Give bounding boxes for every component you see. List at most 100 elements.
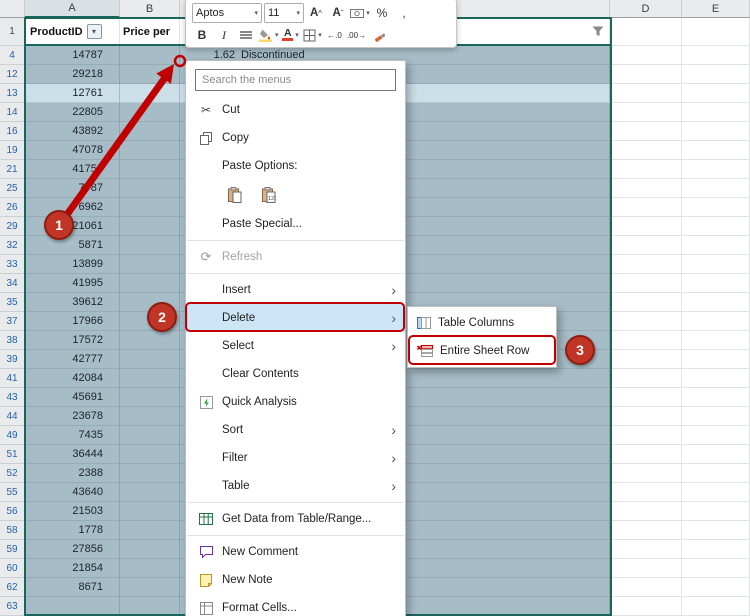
cell-B16[interactable] bbox=[120, 122, 180, 141]
cell-D52[interactable] bbox=[610, 464, 682, 483]
cell-E51[interactable] bbox=[682, 445, 750, 464]
cell-A63[interactable] bbox=[25, 597, 120, 616]
menu-item-insert[interactable]: Insert› bbox=[186, 276, 405, 304]
row-header-63[interactable]: 63 bbox=[0, 597, 25, 616]
cell-A55[interactable]: 43640 bbox=[25, 483, 120, 502]
cell-E60[interactable] bbox=[682, 559, 750, 578]
row-header-51[interactable]: 51 bbox=[0, 445, 25, 464]
cell-B55[interactable] bbox=[120, 483, 180, 502]
format-painter-button[interactable] bbox=[369, 26, 389, 44]
row-header-33[interactable]: 33 bbox=[0, 255, 25, 274]
cell-D26[interactable] bbox=[610, 198, 682, 217]
row-header-41[interactable]: 41 bbox=[0, 369, 25, 388]
cell-A16[interactable]: 43892 bbox=[25, 122, 120, 141]
cell-A33[interactable]: 13899 bbox=[25, 255, 120, 274]
row-header-26[interactable]: 26 bbox=[0, 198, 25, 217]
cell-B41[interactable] bbox=[120, 369, 180, 388]
bold-button[interactable]: B bbox=[192, 26, 212, 44]
decrease-decimal-button[interactable]: ←.0 bbox=[325, 26, 345, 44]
cell-A39[interactable]: 42777 bbox=[25, 350, 120, 369]
cell-B33[interactable] bbox=[120, 255, 180, 274]
cell-B26[interactable] bbox=[120, 198, 180, 217]
cell-A56[interactable]: 21503 bbox=[25, 502, 120, 521]
cell-B63[interactable] bbox=[120, 597, 180, 616]
increase-decimal-button[interactable]: .00→ bbox=[347, 26, 367, 44]
cell-A49[interactable]: 7435 bbox=[25, 426, 120, 445]
cell-D37[interactable] bbox=[610, 312, 682, 331]
submenu-item-table-columns[interactable]: Table Columns bbox=[408, 309, 556, 337]
menu-item-quick-analysis[interactable]: Quick Analysis bbox=[186, 388, 405, 416]
cell-D25[interactable] bbox=[610, 179, 682, 198]
column-header-B[interactable]: B bbox=[120, 0, 180, 18]
cell-B21[interactable] bbox=[120, 160, 180, 179]
cell-E13[interactable] bbox=[682, 84, 750, 103]
cell-B51[interactable] bbox=[120, 445, 180, 464]
row-header-62[interactable]: 62 bbox=[0, 578, 25, 597]
menu-item-delete[interactable]: Delete› bbox=[186, 304, 405, 332]
cell-A25[interactable]: 7787 bbox=[25, 179, 120, 198]
cell-E49[interactable] bbox=[682, 426, 750, 445]
cell-A37[interactable]: 17966 bbox=[25, 312, 120, 331]
font-name-select[interactable]: Aptos▾ bbox=[192, 3, 262, 23]
row-header-43[interactable]: 43 bbox=[0, 388, 25, 407]
cell-B43[interactable] bbox=[120, 388, 180, 407]
cell-B52[interactable] bbox=[120, 464, 180, 483]
cell-B60[interactable] bbox=[120, 559, 180, 578]
cell-D34[interactable] bbox=[610, 274, 682, 293]
cell-D4[interactable] bbox=[610, 46, 682, 65]
productid-filter-button[interactable]: ▾ bbox=[87, 24, 102, 39]
cell-D39[interactable] bbox=[610, 350, 682, 369]
percent-style-button[interactable]: % bbox=[372, 4, 392, 22]
cell-A4[interactable]: 14787 bbox=[25, 46, 120, 65]
cell-E32[interactable] bbox=[682, 236, 750, 255]
row-header-12[interactable]: 12 bbox=[0, 65, 25, 84]
cell-D16[interactable] bbox=[610, 122, 682, 141]
cell-e1[interactable] bbox=[682, 18, 750, 46]
menu-item-paste-special[interactable]: Paste Special... bbox=[186, 210, 405, 238]
cell-D14[interactable] bbox=[610, 103, 682, 122]
paste-values-button[interactable]: 123 bbox=[257, 183, 281, 207]
cell-B29[interactable] bbox=[120, 217, 180, 236]
cell-B39[interactable] bbox=[120, 350, 180, 369]
cell-D60[interactable] bbox=[610, 559, 682, 578]
row-header-25[interactable]: 25 bbox=[0, 179, 25, 198]
cell-E35[interactable] bbox=[682, 293, 750, 312]
row-header-14[interactable]: 14 bbox=[0, 103, 25, 122]
cell-B12[interactable] bbox=[120, 65, 180, 84]
row-header-35[interactable]: 35 bbox=[0, 293, 25, 312]
cell-A41[interactable]: 42084 bbox=[25, 369, 120, 388]
cell-A35[interactable]: 39612 bbox=[25, 293, 120, 312]
row-header-39[interactable]: 39 bbox=[0, 350, 25, 369]
cell-E44[interactable] bbox=[682, 407, 750, 426]
increase-font-button[interactable]: A^ bbox=[306, 4, 326, 22]
select-all-corner[interactable] bbox=[0, 0, 25, 18]
cell-E62[interactable] bbox=[682, 578, 750, 597]
cell-B62[interactable] bbox=[120, 578, 180, 597]
row-header-1[interactable]: 1 bbox=[0, 18, 25, 46]
cell-d1[interactable] bbox=[610, 18, 682, 46]
cell-D63[interactable] bbox=[610, 597, 682, 616]
row-header-59[interactable]: 59 bbox=[0, 540, 25, 559]
cell-D41[interactable] bbox=[610, 369, 682, 388]
row-header-55[interactable]: 55 bbox=[0, 483, 25, 502]
cell-E29[interactable] bbox=[682, 217, 750, 236]
cell-E38[interactable] bbox=[682, 331, 750, 350]
cell-A44[interactable]: 23678 bbox=[25, 407, 120, 426]
borders-button[interactable]: ▾ bbox=[303, 26, 323, 44]
cell-E12[interactable] bbox=[682, 65, 750, 84]
cell-A32[interactable]: 5871 bbox=[25, 236, 120, 255]
cell-E58[interactable] bbox=[682, 521, 750, 540]
cell-B38[interactable] bbox=[120, 331, 180, 350]
cell-E19[interactable] bbox=[682, 141, 750, 160]
cell-E52[interactable] bbox=[682, 464, 750, 483]
cell-B58[interactable] bbox=[120, 521, 180, 540]
menu-item-paste-options[interactable]: Paste Options: bbox=[186, 152, 405, 180]
cell-D58[interactable] bbox=[610, 521, 682, 540]
cell-A13[interactable]: 12761 bbox=[25, 84, 120, 103]
cell-A26[interactable]: 6962 bbox=[25, 198, 120, 217]
cell-A21[interactable]: 41758 bbox=[25, 160, 120, 179]
row-header-32[interactable]: 32 bbox=[0, 236, 25, 255]
cell-B44[interactable] bbox=[120, 407, 180, 426]
cell-E43[interactable] bbox=[682, 388, 750, 407]
column-header-D[interactable]: D bbox=[610, 0, 682, 18]
